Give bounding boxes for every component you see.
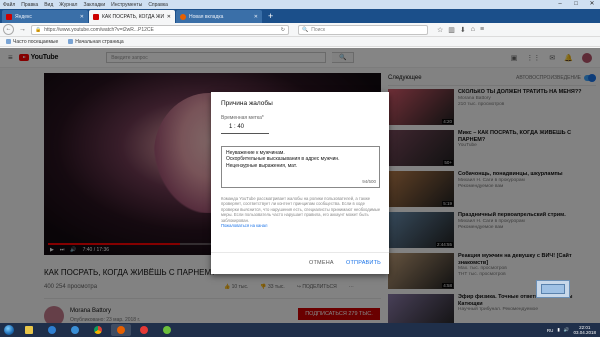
menu-item-tools[interactable]: Инструменты <box>111 2 142 8</box>
chrome-icon <box>94 326 102 334</box>
report-dialog: Причина жалобы Временная метка* 1 : 40 Н… <box>211 92 389 274</box>
bookmark-most-visited[interactable]: Часто посещаемые <box>6 39 58 45</box>
clock[interactable]: 22:01 03.04.2018 <box>573 325 596 335</box>
yandex-favicon-icon <box>6 13 12 20</box>
taskbar-app[interactable] <box>65 324 85 336</box>
tab-close-icon[interactable]: ✕ <box>80 14 84 20</box>
minimize-icon[interactable]: – <box>552 0 568 9</box>
url-bar[interactable]: 🔒 https://www.youtube.com/watch?v=t2wR..… <box>31 24 289 35</box>
tab-new[interactable]: Новая вкладка ✕ <box>176 10 262 23</box>
tab-close-icon[interactable]: ✕ <box>167 14 171 20</box>
torrent-icon <box>163 326 171 334</box>
navigation-bar: ← → 🔒 https://www.youtube.com/watch?v=t2… <box>0 23 600 37</box>
new-tab-button[interactable]: + <box>263 10 278 23</box>
window-controls: – □ ✕ <box>552 0 600 9</box>
volume-tray-icon[interactable]: 🔊 <box>564 327 570 333</box>
notification-popup[interactable] <box>536 280 570 298</box>
clock-date: 03.04.2018 <box>573 330 596 335</box>
system-tray: RU ▮ 🔊 22:01 03.04.2018 <box>547 325 600 335</box>
taskbar-chrome[interactable] <box>88 324 108 336</box>
policy-note-text: Команда YouTube рассматривает жалобы на … <box>221 196 381 223</box>
send-button[interactable]: ОТПРАВИТЬ <box>346 260 381 266</box>
start-button[interactable] <box>2 324 16 336</box>
bookmark-icon <box>68 39 74 44</box>
tab-title: Яндекс <box>15 13 32 20</box>
menu-item-view[interactable]: Вид <box>44 2 53 8</box>
app-icon <box>71 326 79 334</box>
dialog-actions: ОТМЕНА ОТПРАВИТЬ <box>211 252 389 274</box>
url-text[interactable]: https://www.youtube.com/watch?v=t2wR...P… <box>44 27 278 33</box>
home-icon[interactable]: ⌂ <box>471 26 475 34</box>
taskbar-torrent[interactable] <box>157 324 177 336</box>
bookmarks-bar: Часто посещаемые Начальная страница <box>0 37 600 47</box>
notification-icon <box>541 284 565 294</box>
taskbar-firefox[interactable] <box>111 324 131 336</box>
windows-taskbar: RU ▮ 🔊 22:01 03.04.2018 <box>0 323 600 337</box>
search-placeholder: Поиск <box>311 26 326 33</box>
media-player-icon <box>48 326 56 334</box>
maximize-icon[interactable]: □ <box>568 0 584 9</box>
taskbar-yandex[interactable] <box>134 324 154 336</box>
firefox-icon <box>117 326 125 334</box>
timestamp-label: Временная метка* <box>221 115 264 121</box>
report-details-text: Неуважение к мужчинам. Оскорбительные выс… <box>226 150 375 169</box>
tab-yandex[interactable]: Яндекс ✕ <box>2 10 88 23</box>
taskbar-explorer[interactable] <box>19 324 39 336</box>
yandex-icon <box>140 326 148 334</box>
language-indicator[interactable]: RU <box>547 328 554 333</box>
folder-icon <box>25 326 33 334</box>
cancel-button[interactable]: ОТМЕНА <box>309 260 334 266</box>
tab-strip: Яндекс ✕ КАК ПОСРАТЬ, КОГДА ЖИВЁШЬ ✕ Нов… <box>0 9 600 23</box>
url-domain: https://www.youtube.com <box>44 26 100 33</box>
star-icon[interactable]: ☆ <box>437 26 443 34</box>
tab-youtube-video[interactable]: КАК ПОСРАТЬ, КОГДА ЖИВЁШЬ ✕ <box>89 10 175 23</box>
youtube-favicon-icon <box>93 13 99 20</box>
bookmark-icon <box>6 39 11 44</box>
tab-title: Новая вкладка <box>189 13 224 20</box>
library-icon[interactable]: ▥ <box>448 26 455 34</box>
dialog-title: Причина жалобы <box>221 100 273 107</box>
taskbar-media-player[interactable] <box>42 324 62 336</box>
menu-item-help[interactable]: Справка <box>148 2 168 8</box>
timestamp-input[interactable]: 1 : 40 <box>221 124 269 134</box>
toolbar-icons: ☆ ▥ ⬇ ⌂ ≡ <box>437 26 484 34</box>
url-path: /watch?v=t2wR...P12CE <box>99 26 154 33</box>
menu-item-history[interactable]: Журнал <box>59 2 77 8</box>
windows-orb-icon <box>4 325 14 335</box>
browser-search-input[interactable]: 🔍 Поиск <box>298 24 428 35</box>
search-icon: 🔍 <box>302 26 309 33</box>
network-icon[interactable]: ▮ <box>557 327 559 333</box>
bookmark-start-page[interactable]: Начальная страница <box>68 38 124 45</box>
report-policy-note: Команда YouTube рассматривает жалобы на … <box>221 196 381 228</box>
bookmark-label: Часто посещаемые <box>13 38 59 45</box>
forward-button[interactable]: → <box>17 24 28 35</box>
report-channel-link[interactable]: Пожаловаться на канал <box>221 223 381 228</box>
browser-menubar: Файл Правка Вид Журнал Закладки Инструме… <box>0 0 600 9</box>
menu-icon[interactable]: ≡ <box>480 26 484 34</box>
menu-item-edit[interactable]: Правка <box>21 2 38 8</box>
tab-title: КАК ПОСРАТЬ, КОГДА ЖИВЁШЬ <box>102 13 164 20</box>
report-details-textarea[interactable]: Неуважение к мужчинам. Оскорбительные выс… <box>221 146 380 188</box>
firefox-favicon-icon <box>180 13 186 20</box>
reload-icon[interactable]: ↻ <box>281 27 285 33</box>
menu-item-file[interactable]: Файл <box>3 2 15 8</box>
lock-icon: 🔒 <box>35 26 42 33</box>
back-button[interactable]: ← <box>3 24 14 35</box>
tab-close-icon[interactable]: ✕ <box>254 14 258 20</box>
close-icon[interactable]: ✕ <box>584 0 600 9</box>
report-text-line: Нецензурные выражения, мат. <box>226 162 297 169</box>
menu-item-bookmarks[interactable]: Закладки <box>83 2 105 8</box>
character-counter: 94/500 <box>362 178 376 184</box>
bookmark-label: Начальная страница <box>75 38 124 45</box>
download-icon[interactable]: ⬇ <box>460 26 466 34</box>
